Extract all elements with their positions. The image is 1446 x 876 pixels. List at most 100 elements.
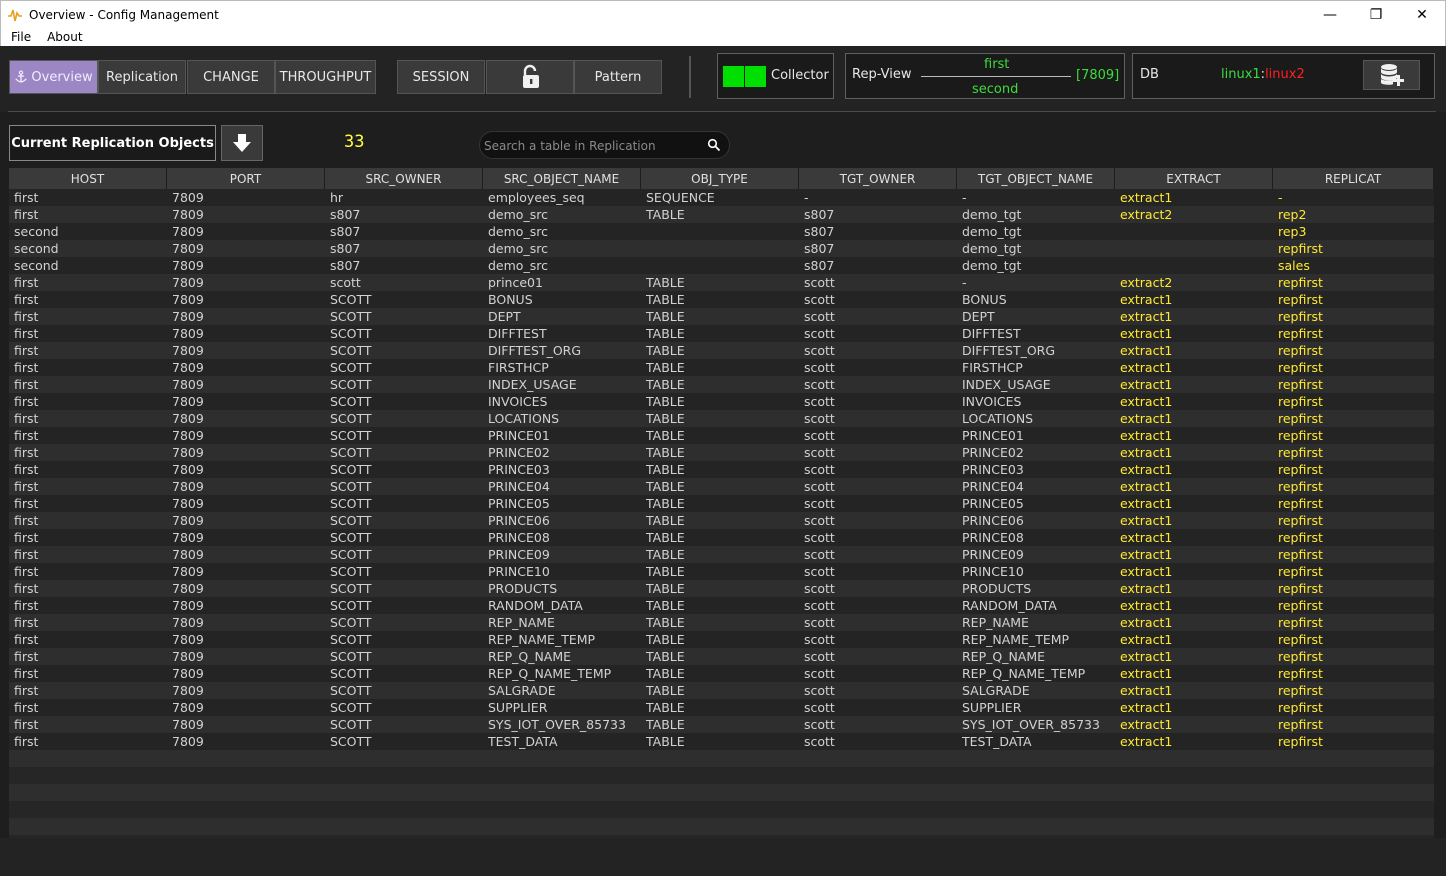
cell-port: 7809 (172, 343, 204, 358)
cell-extract: extract1 (1120, 683, 1173, 698)
cell-host: first (14, 683, 39, 698)
cell-port: 7809 (172, 530, 204, 545)
column-header-tgt-owner[interactable]: TGT_OWNER (799, 168, 957, 189)
table-row[interactable]: first 7809 SCOTT FIRSTHCP TABLE scott FIRSTHCP… (9, 359, 1434, 376)
cell-src-owner: s807 (330, 241, 361, 256)
cell-obj-type: TABLE (646, 462, 685, 477)
anchor-icon (15, 70, 28, 83)
rep-view-panel[interactable]: Rep-View first second [7809] (845, 53, 1125, 99)
close-button[interactable]: ✕ (1399, 1, 1445, 29)
table-row[interactable]: first 7809 SCOTT PRODUCTS TABLE scott PRODUCTS… (9, 580, 1434, 597)
table-row[interactable]: first 7809 SCOTT PRINCE01 TABLE scott PRINCE01… (9, 427, 1434, 444)
column-header-tgt-object-name[interactable]: TGT_OBJECT_NAME (957, 168, 1115, 189)
column-header-replicat[interactable]: REPLICAT (1273, 168, 1434, 189)
search-box[interactable] (479, 131, 730, 159)
table-row[interactable]: first 7809 SCOTT PRINCE08 TABLE scott PRINCE08… (9, 529, 1434, 546)
table-row[interactable]: second 7809 s807 demo_src s807 demo_tgt sales (9, 257, 1434, 274)
table-row[interactable]: first 7809 SCOTT REP_Q_NAME TABLE scott REP_Q_… (9, 648, 1434, 665)
current-replication-objects-button[interactable]: Current Replication Objects (9, 125, 216, 161)
download-button[interactable] (221, 125, 263, 161)
cell-tgt-object-name: demo_tgt (962, 224, 1022, 239)
cell-src-owner: SCOTT (330, 462, 372, 477)
cell-tgt-owner: s807 (804, 241, 835, 256)
lock-button[interactable] (486, 60, 574, 94)
search-input[interactable] (484, 135, 694, 157)
column-header-src-object-name[interactable]: SRC_OBJECT_NAME (483, 168, 641, 189)
cell-obj-type: TABLE (646, 547, 685, 562)
table-row[interactable]: first 7809 SCOTT PRINCE05 TABLE scott PRINCE05… (9, 495, 1434, 512)
table-row[interactable]: first 7809 scott prince01 TABLE scott - extract… (9, 274, 1434, 291)
table-row[interactable]: first 7809 SCOTT PRINCE04 TABLE scott PRINCE04… (9, 478, 1434, 495)
cell-obj-type: TABLE (646, 683, 685, 698)
cell-extract: extract1 (1120, 411, 1173, 426)
table-row[interactable]: first 7809 SCOTT REP_NAME_TEMP TABLE scott REP… (9, 631, 1434, 648)
table-row[interactable]: first 7809 SCOTT SUPPLIER TABLE scott SUPPLIER… (9, 699, 1434, 716)
cell-replicat: repfirst (1278, 734, 1323, 749)
window-title: Overview - Config Management (29, 7, 219, 22)
cell-tgt-object-name: PRINCE01 (962, 428, 1024, 443)
table-row[interactable]: first 7809 SCOTT PRINCE02 TABLE scott PRINCE02… (9, 444, 1434, 461)
column-header-obj-type[interactable]: OBJ_TYPE (641, 168, 799, 189)
table-row[interactable]: second 7809 s807 demo_src s807 demo_tgt rep3 (9, 223, 1434, 240)
cell-extract: extract2 (1120, 275, 1173, 290)
menu-about[interactable]: About (37, 30, 88, 44)
table-row[interactable]: first 7809 SCOTT LOCATIONS TABLE scott LOCATIO… (9, 410, 1434, 427)
column-header-src-owner[interactable]: SRC_OWNER (325, 168, 483, 189)
table-row[interactable]: first 7809 SCOTT SYS_IOT_OVER_85733 TABLE sco… (9, 716, 1434, 733)
cell-extract: extract1 (1120, 649, 1173, 664)
table-row[interactable]: first 7809 hr employees_seq SEQUENCE - - extrac… (9, 189, 1434, 206)
table-row[interactable]: first 7809 SCOTT PRINCE10 TABLE scott PRINCE10… (9, 563, 1434, 580)
tab-session[interactable]: SESSION (397, 60, 485, 94)
collector-panel[interactable]: Collector (717, 53, 834, 99)
table-row[interactable]: first 7809 SCOTT TEST_DATA TABLE scott TEST_DA… (9, 733, 1434, 750)
table-row[interactable]: first 7809 SCOTT PRINCE09 TABLE scott PRINCE09… (9, 546, 1434, 563)
table-row[interactable]: first 7809 SCOTT PRINCE06 TABLE scott PRINCE06… (9, 512, 1434, 529)
tab-overview[interactable]: Overview (9, 60, 98, 94)
tab-replication[interactable]: Replication (98, 60, 186, 94)
column-header-host[interactable]: HOST (9, 168, 167, 189)
table-row[interactable]: first 7809 SCOTT RANDOM_DATA TABLE scott RANDO… (9, 597, 1434, 614)
table-row[interactable]: first 7809 SCOTT DIFFTEST TABLE scott DIFFTEST… (9, 325, 1434, 342)
maximize-button[interactable]: ❐ (1353, 1, 1399, 29)
cell-replicat: repfirst (1278, 445, 1323, 460)
cell-tgt-owner: scott (804, 462, 835, 477)
table-row[interactable]: second 7809 s807 demo_src s807 demo_tgt repfir… (9, 240, 1434, 257)
cell-replicat: repfirst (1278, 496, 1323, 511)
cell-obj-type: TABLE (646, 717, 685, 732)
cell-extract: extract1 (1120, 547, 1173, 562)
cell-port: 7809 (172, 598, 204, 613)
column-header-port[interactable]: PORT (167, 168, 325, 189)
add-database-button[interactable] (1363, 60, 1420, 90)
cell-replicat: repfirst (1278, 581, 1323, 596)
table-row[interactable]: first 7809 s807 demo_src TABLE s807 demo_tgt ex… (9, 206, 1434, 223)
tab-change[interactable]: CHANGE (187, 60, 275, 94)
cell-src-object-name: DIFFTEST_ORG (488, 343, 582, 358)
cell-tgt-object-name: DIFFTEST_ORG (962, 343, 1056, 358)
search-icon[interactable] (707, 138, 721, 152)
cell-host: first (14, 581, 39, 596)
cell-replicat: repfirst (1278, 377, 1323, 392)
cell-host: first (14, 513, 39, 528)
table-row[interactable]: first 7809 SCOTT PRINCE03 TABLE scott PRINCE03… (9, 461, 1434, 478)
cell-host: first (14, 717, 39, 732)
table-row[interactable]: first 7809 SCOTT DIFFTEST_ORG TABLE scott DIFF… (9, 342, 1434, 359)
table-row[interactable]: first 7809 SCOTT INDEX_USAGE TABLE scott INDEX… (9, 376, 1434, 393)
collector-label: Collector (771, 68, 829, 83)
replication-objects-table[interactable]: HOST PORT SRC_OWNER SRC_OBJECT_NAME OBJ_TYPE… (9, 168, 1434, 838)
column-header-extract[interactable]: EXTRACT (1115, 168, 1273, 189)
cell-port: 7809 (172, 632, 204, 647)
tab-pattern[interactable]: Pattern (574, 60, 662, 94)
cell-src-object-name: PRINCE06 (488, 513, 550, 528)
table-row[interactable]: first 7809 SCOTT BONUS TABLE scott BONUS extrac… (9, 291, 1434, 308)
table-row[interactable]: first 7809 SCOTT REP_Q_NAME_TEMP TABLE scott R… (9, 665, 1434, 682)
minimize-button[interactable]: — (1307, 1, 1353, 29)
menu-file[interactable]: File (1, 30, 37, 44)
cell-obj-type: TABLE (646, 564, 685, 579)
tab-throughput[interactable]: THROUGHPUT (275, 60, 376, 94)
table-row[interactable]: first 7809 SCOTT DEPT TABLE scott DEPT extract1… (9, 308, 1434, 325)
cell-tgt-object-name: INDEX_USAGE (962, 377, 1051, 392)
table-row[interactable]: first 7809 SCOTT REP_NAME TABLE scott REP_NAME… (9, 614, 1434, 631)
table-row[interactable]: first 7809 SCOTT SALGRADE TABLE scott SALGRADE… (9, 682, 1434, 699)
cell-tgt-object-name: PRINCE05 (962, 496, 1024, 511)
table-row[interactable]: first 7809 SCOTT INVOICES TABLE scott INVOICES… (9, 393, 1434, 410)
